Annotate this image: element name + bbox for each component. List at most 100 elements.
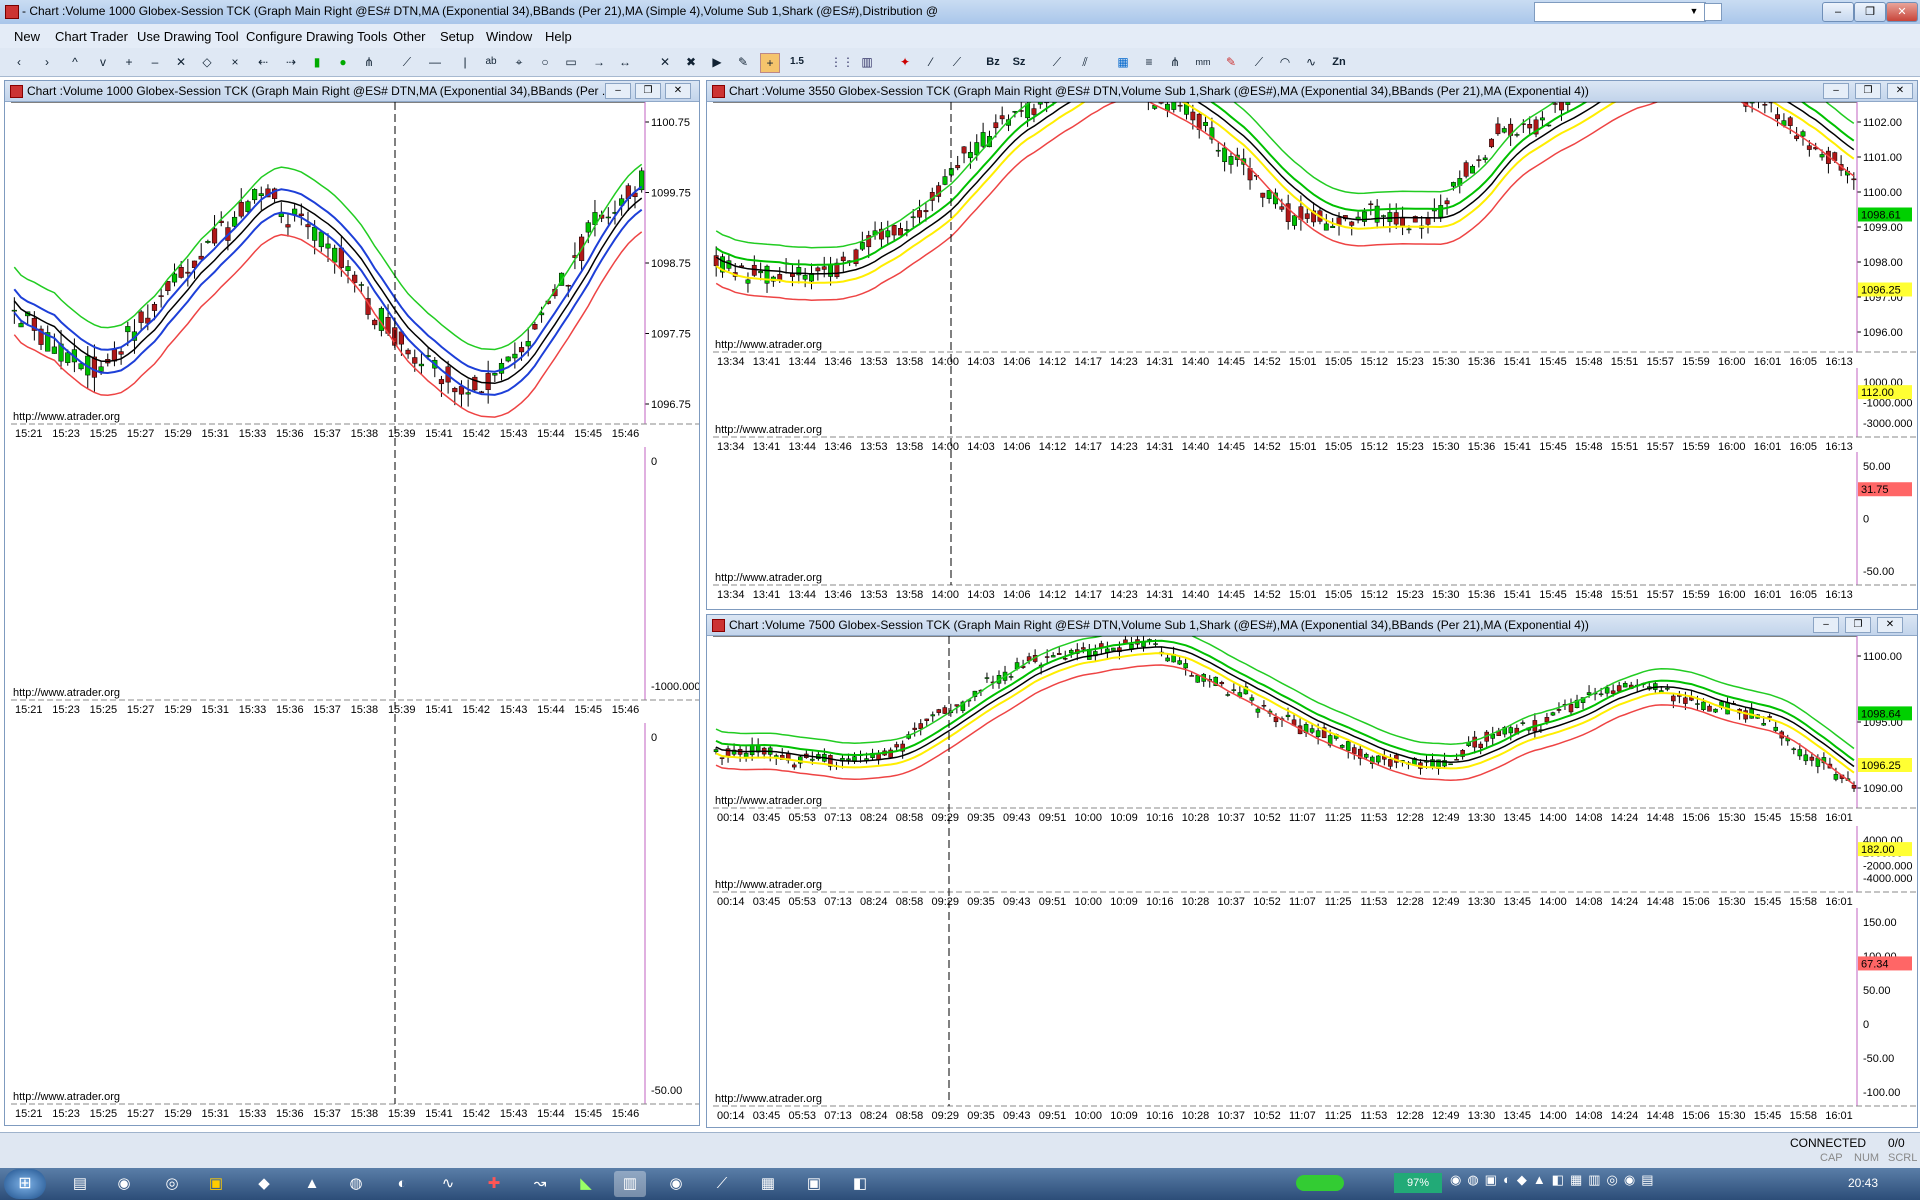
hline-icon[interactable]: —: [426, 53, 444, 71]
sz-button[interactable]: Sz: [1010, 53, 1028, 71]
app-icon[interactable]: ▲: [296, 1171, 328, 1197]
split-icon[interactable]: ⋔: [360, 53, 378, 71]
caret-up-icon[interactable]: ^: [66, 53, 84, 71]
zn-button[interactable]: Zn: [1330, 53, 1348, 71]
pane-minimize-button[interactable]: –: [1823, 83, 1849, 99]
bars-icon[interactable]: ▥: [858, 53, 876, 71]
caret-down-icon[interactable]: v: [94, 53, 112, 71]
app-icon[interactable]: ▣: [798, 1171, 830, 1197]
rectangle-icon[interactable]: ▭: [562, 53, 580, 71]
pane-close-button[interactable]: ✕: [1887, 83, 1913, 99]
color-palette-icon[interactable]: ▦: [1114, 53, 1132, 71]
ray-icon[interactable]: ⟋: [948, 53, 966, 71]
chart-canvas-top[interactable]: 1102.001101.001100.001099.001098.001097.…: [707, 102, 1917, 609]
chrome-icon[interactable]: ◎: [156, 1171, 188, 1197]
circle-green-icon[interactable]: ●: [334, 53, 352, 71]
app-icon[interactable]: ⟋: [706, 1171, 738, 1197]
arrow-tool-icon[interactable]: →: [590, 53, 608, 71]
candle-body: [345, 266, 351, 271]
chart-canvas-left[interactable]: 1100.75 1099.75 1098.75 1097.75 1096.75 http:…: [5, 102, 699, 1125]
pane-close-button[interactable]: ✕: [1877, 617, 1903, 633]
menu-new[interactable]: New: [14, 29, 40, 44]
menu-setup[interactable]: Setup: [440, 29, 474, 44]
pane-restore-button[interactable]: ❐: [1855, 83, 1881, 99]
menu-window[interactable]: Window: [486, 29, 532, 44]
diamond-icon[interactable]: ◇: [198, 53, 216, 71]
crosshair-icon[interactable]: ✕: [656, 53, 674, 71]
app-icon[interactable]: ▦: [752, 1171, 784, 1197]
bar-green-icon[interactable]: ▮: [308, 53, 326, 71]
measure-icon[interactable]: ⟋: [1250, 53, 1268, 71]
candle-body: [1050, 655, 1056, 658]
minimize-button[interactable]: –: [1822, 2, 1854, 22]
shift-left-icon[interactable]: ⇠: [254, 53, 272, 71]
app-icon[interactable]: ◉: [660, 1171, 692, 1197]
double-arrow-icon[interactable]: ↔: [616, 53, 634, 71]
vline-icon[interactable]: |: [456, 53, 474, 71]
time-axis-label: 15:30: [1432, 441, 1460, 453]
battery-level[interactable]: 97%: [1394, 1173, 1442, 1193]
app-icon[interactable]: ◐: [386, 1171, 418, 1197]
ellipse-icon[interactable]: ○: [536, 53, 554, 71]
grid-icon[interactable]: ⋮⋮: [830, 53, 854, 71]
plus-icon[interactable]: +: [120, 53, 138, 71]
arrow-left-icon[interactable]: ‹: [10, 53, 28, 71]
crosshair-plus-icon[interactable]: +: [760, 53, 780, 73]
combo-extra-button[interactable]: [1704, 3, 1722, 21]
cross-icon[interactable]: ✕: [172, 53, 190, 71]
chart-canvas-bottom[interactable]: 1100.001095.001090.001098.641096.25http:…: [707, 636, 1917, 1127]
app-icon[interactable]: ▣: [200, 1171, 232, 1197]
fib-icon[interactable]: ✦: [896, 53, 914, 71]
price-tick-label: 1099.00: [1863, 222, 1903, 234]
status-pill[interactable]: [1296, 1175, 1344, 1191]
app-icon[interactable]: ∿: [432, 1171, 464, 1197]
menu-other[interactable]: Other: [393, 29, 426, 44]
restore-button[interactable]: ❐: [1854, 2, 1886, 22]
pane-minimize-button[interactable]: –: [1813, 617, 1839, 633]
app-icon[interactable]: ◧: [844, 1171, 876, 1197]
symbol-combo-input[interactable]: [1534, 2, 1706, 22]
trendline-icon[interactable]: ⟋: [398, 53, 416, 71]
polygon-icon[interactable]: ⌖: [510, 53, 528, 71]
slash-icon[interactable]: ⁄: [922, 53, 940, 71]
gann-icon[interactable]: ⟋: [1048, 53, 1066, 71]
folder-icon[interactable]: ▤: [64, 1171, 96, 1197]
system-tray-icons[interactable]: ◉◍▣◐◆▲◧▦▥◎◉▤: [1450, 1172, 1840, 1196]
cycle-icon[interactable]: ∿: [1302, 53, 1320, 71]
chevron-down-icon[interactable]: ▼: [1686, 3, 1702, 19]
app-icon[interactable]: ◍: [340, 1171, 372, 1197]
shift-right-icon[interactable]: ⇢: [282, 53, 300, 71]
x-small-icon[interactable]: ×: [226, 53, 244, 71]
app-icon[interactable]: ↝: [524, 1171, 556, 1197]
marker-icon[interactable]: ✎: [1222, 53, 1240, 71]
close-button[interactable]: ✕: [1886, 2, 1918, 22]
pointer-icon[interactable]: ▶: [708, 53, 726, 71]
text-tool-icon[interactable]: ab: [482, 53, 500, 71]
pane-close-button[interactable]: ✕: [665, 83, 691, 99]
arrow-right-icon[interactable]: ›: [38, 53, 56, 71]
pane-minimize-button[interactable]: –: [605, 83, 631, 99]
pitchfork-icon[interactable]: ⋔: [1166, 53, 1184, 71]
start-button[interactable]: ⊞: [4, 1169, 46, 1199]
candle-body: [1323, 223, 1329, 231]
pane-restore-button[interactable]: ❐: [1845, 617, 1871, 633]
menu-help[interactable]: Help: [545, 29, 572, 44]
chart-app-icon[interactable]: ▥: [614, 1171, 646, 1197]
bz-button[interactable]: Bz: [984, 53, 1002, 71]
browser-icon[interactable]: ◉: [108, 1171, 140, 1197]
pane-restore-button[interactable]: ❐: [635, 83, 661, 99]
menu-use-drawing-tool[interactable]: Use Drawing Tool: [137, 29, 239, 44]
app-icon[interactable]: ✚: [478, 1171, 510, 1197]
pencil-icon[interactable]: ✎: [734, 53, 752, 71]
fan-icon[interactable]: ⫽: [1076, 53, 1094, 71]
arc-icon[interactable]: ◠: [1276, 53, 1294, 71]
menu-chart-trader[interactable]: Chart Trader: [55, 29, 128, 44]
app-icon[interactable]: ◣: [570, 1171, 602, 1197]
channel-icon[interactable]: ≡: [1140, 53, 1158, 71]
app-icon[interactable]: ◆: [248, 1171, 280, 1197]
menu-configure-drawing-tools[interactable]: Configure Drawing Tools: [246, 29, 387, 44]
ratio-button[interactable]: 1.5: [788, 53, 806, 71]
delete-icon[interactable]: ✖: [682, 53, 700, 71]
mm-button[interactable]: mm: [1194, 53, 1212, 71]
minus-icon[interactable]: –: [146, 53, 164, 71]
